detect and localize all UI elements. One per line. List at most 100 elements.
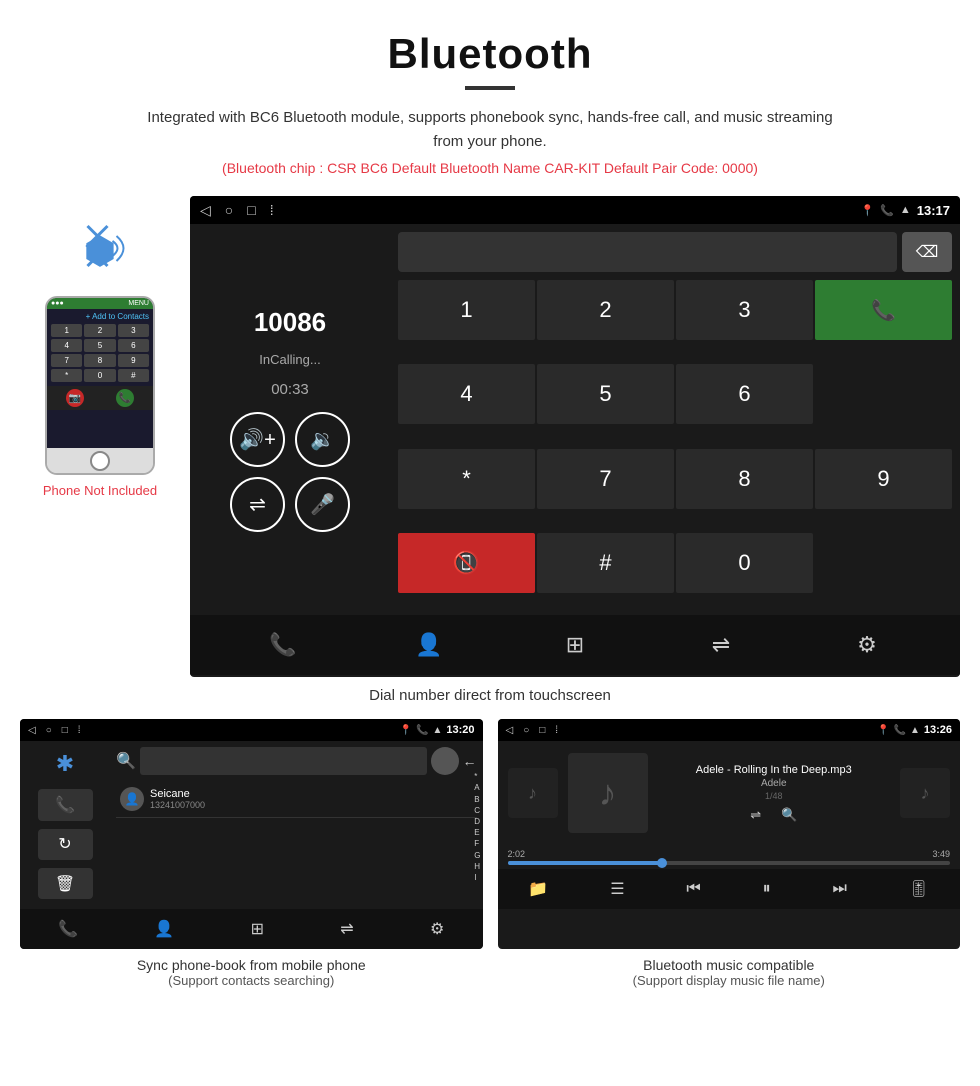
- dialpad-icon[interactable]: ⊞: [550, 620, 600, 670]
- mic-btn[interactable]: 🎤: [295, 477, 350, 532]
- keypad-grid: 1 2 3 📞 4 5 6 * 7 8 9 📵 # 0: [390, 280, 960, 615]
- music-main: ♪ ♪ Adele - Rolling In the Deep.mp3 Adel…: [498, 741, 961, 845]
- dialer-input-row: ⌫: [390, 224, 960, 280]
- ms-phone-icon: 📞: [894, 725, 906, 736]
- key-star[interactable]: *: [398, 449, 535, 509]
- calls-icon[interactable]: 📞: [258, 620, 308, 670]
- bt-active-icon: ✱: [56, 751, 74, 777]
- phone-not-included: Phone Not Included: [20, 483, 180, 498]
- car-time: 13:17: [917, 203, 950, 218]
- phonebook-back-arrow[interactable]: ←: [463, 753, 477, 769]
- pb-dots-icon: ⁞: [78, 725, 81, 736]
- pb-phone-icon: 📞: [416, 725, 428, 736]
- music-search-icon[interactable]: 🔍: [781, 807, 797, 823]
- pb-transfer-icon[interactable]: ⇌: [340, 919, 353, 939]
- phone-key-5: 5: [84, 339, 115, 352]
- phone-key-7: 7: [51, 354, 82, 367]
- music-caption-sub: (Support display music file name): [508, 973, 951, 988]
- pb-wifi-icon: ▲: [432, 725, 442, 736]
- car-status-bar: ◁ ○ □ ⁞ 📍 📞 ▲ 13:17: [190, 196, 960, 224]
- key-3[interactable]: 3: [676, 280, 813, 340]
- dialer-backspace-btn[interactable]: ⌫: [902, 232, 952, 272]
- phone-key-8: 8: [84, 354, 115, 367]
- key-2[interactable]: 2: [537, 280, 674, 340]
- music-next-icon[interactable]: ⏭: [832, 880, 846, 898]
- key-6[interactable]: 6: [676, 364, 813, 424]
- settings-icon[interactable]: ⚙: [842, 620, 892, 670]
- car-nav-icons: ◁ ○ □ ⁞: [200, 202, 274, 219]
- phone-home-btn: [90, 451, 110, 471]
- main-content: ⬢ ●●●MENU + Add to Contacts 1: [0, 196, 980, 677]
- pb-back-icon: ◁: [28, 725, 36, 736]
- music-time-current: 2:02: [508, 849, 526, 859]
- sync-sidebar-btn[interactable]: ↻: [38, 829, 93, 860]
- contacts-icon[interactable]: 👤: [404, 620, 454, 670]
- transfer-bottom-icon[interactable]: ⇌: [696, 620, 746, 670]
- music-shuffle-icon[interactable]: ⇌: [750, 807, 761, 823]
- key-7[interactable]: 7: [537, 449, 674, 509]
- phone-screen: ●●●MENU + Add to Contacts 1 2 3 4 5 6 7 …: [47, 298, 153, 448]
- music-list-icon[interactable]: ☰: [610, 879, 624, 899]
- music-album-sm-left: ♪: [508, 768, 558, 818]
- key-0[interactable]: 0: [676, 533, 813, 593]
- dialer-input-field[interactable]: [398, 232, 897, 272]
- ms-location-icon: 📍: [877, 725, 889, 736]
- music-folder-icon[interactable]: 📁: [528, 879, 548, 899]
- pb-calls-icon[interactable]: 📞: [58, 919, 78, 939]
- phonebook-circle-btn[interactable]: [431, 747, 459, 775]
- phonebook-search-bar[interactable]: [140, 747, 427, 775]
- music-progress-dot[interactable]: [657, 858, 667, 868]
- phonebook-bottom-bar: 📞 👤 ⊞ ⇌ ⚙: [20, 909, 483, 949]
- volume-up-btn[interactable]: 🔊+: [230, 412, 285, 467]
- phone-end-btn: 📷: [66, 389, 84, 407]
- contact-info: Seicane 13241007000: [150, 788, 473, 810]
- ms-back-icon: ◁: [506, 725, 514, 736]
- volume-down-btn[interactable]: 🔉: [295, 412, 350, 467]
- music-status-bar: ◁ ○ □ ⁞ 📍 📞 ▲ 13:26: [498, 719, 961, 741]
- pb-contacts-icon[interactable]: 👤: [154, 919, 174, 939]
- pb-settings-icon[interactable]: ⚙: [430, 919, 444, 939]
- music-caption: Bluetooth music compatible (Support disp…: [498, 957, 961, 988]
- car-status-icons: 📍 📞 ▲ 13:17: [860, 203, 950, 218]
- contact-name: Seicane: [150, 788, 473, 800]
- wifi-icon: ▲: [900, 204, 911, 216]
- car-dialer-screen: ◁ ○ □ ⁞ 📍 📞 ▲ 13:17 10086 InCalling...: [190, 196, 960, 677]
- key-4[interactable]: 4: [398, 364, 535, 424]
- dialer-timer: 00:33: [271, 381, 309, 398]
- key-8[interactable]: 8: [676, 449, 813, 509]
- music-play-icon[interactable]: ⏸: [763, 880, 771, 898]
- key-hash2[interactable]: #: [537, 533, 674, 593]
- bluetooth-specs: (Bluetooth chip : CSR BC6 Default Blueto…: [20, 160, 960, 176]
- phonebook-search-row: 🔍 ←: [116, 747, 477, 775]
- pb-time: 13:20: [446, 724, 474, 736]
- music-info: Adele - Rolling In the Deep.mp3 Adele 1/…: [686, 764, 862, 807]
- delete-sidebar-btn[interactable]: 🗑: [38, 868, 93, 899]
- music-progress-track[interactable]: [508, 861, 951, 865]
- phone-sidebar-btn[interactable]: 📞: [38, 789, 93, 820]
- ms-time: 13:26: [924, 724, 952, 736]
- music-controls-bar: 📁 ☰ ⏮ ⏸ ⏭ 🎚: [498, 869, 961, 909]
- music-artist: Adele: [696, 778, 852, 789]
- transfer-btn[interactable]: ⇌: [230, 477, 285, 532]
- key-1[interactable]: 1: [398, 280, 535, 340]
- music-prev-icon[interactable]: ⏮: [686, 880, 700, 898]
- music-equalizer-icon[interactable]: 🎚: [909, 879, 929, 899]
- phone-key-9: 9: [118, 354, 149, 367]
- key-9[interactable]: 9: [815, 449, 952, 509]
- music-screen-item: ◁ ○ □ ⁞ 📍 📞 ▲ 13:26 ♪: [498, 719, 961, 988]
- phone-key-hash: #: [118, 369, 149, 382]
- key-end-call[interactable]: 📵: [398, 533, 535, 593]
- key-call[interactable]: 📞: [815, 280, 952, 340]
- phone-key-6: 6: [118, 339, 149, 352]
- dialer-controls-row-1: 🔊+ 🔉: [230, 412, 350, 467]
- ms-square-icon: □: [539, 725, 545, 736]
- phonebook-status-bar: ◁ ○ □ ⁞ 📍 📞 ▲ 13:20: [20, 719, 483, 741]
- phonebook-search-icon: 🔍: [116, 751, 136, 771]
- key-5[interactable]: 5: [537, 364, 674, 424]
- music-track-count: 1/48: [696, 791, 852, 801]
- music-caption-text: Bluetooth music compatible: [508, 957, 951, 973]
- back-nav-icon: ◁: [200, 202, 211, 219]
- pb-dialpad-icon[interactable]: ⊞: [251, 919, 264, 939]
- dialer-left: 10086 InCalling... 00:33 🔊+ 🔉 ⇌ 🎤: [190, 224, 390, 615]
- phonebook-caption-text: Sync phone-book from mobile phone: [30, 957, 473, 973]
